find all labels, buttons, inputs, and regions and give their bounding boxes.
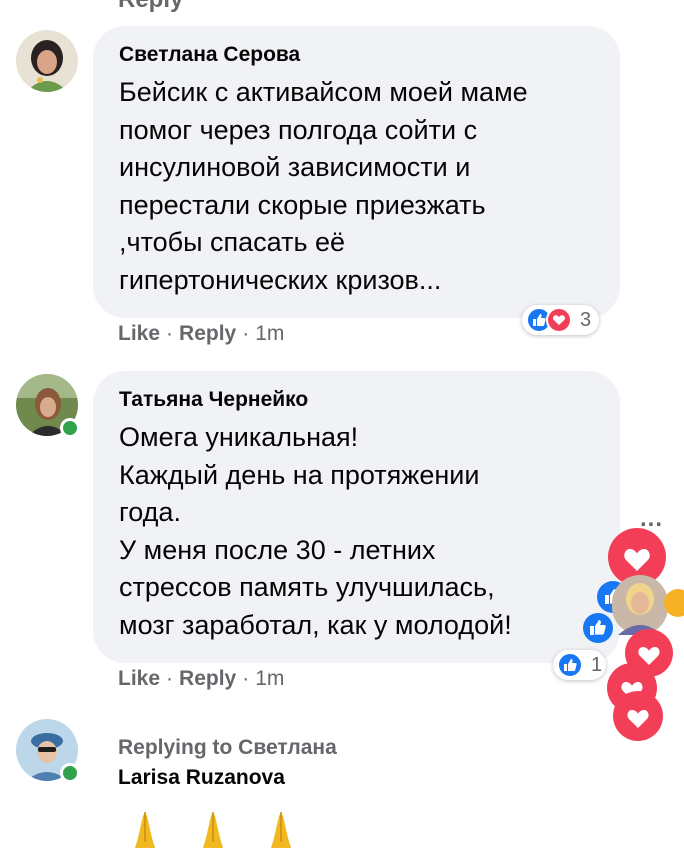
reaction-summary[interactable]: 1 [553, 650, 607, 680]
timestamp[interactable]: 1m [255, 667, 284, 690]
reply-button[interactable]: Reply [179, 667, 236, 690]
like-button[interactable]: Like [118, 322, 160, 345]
online-status-icon [60, 763, 80, 783]
reaction-count: 1 [591, 653, 603, 676]
floating-haha-icon [660, 588, 684, 623]
praying-hands-icon [130, 808, 160, 853]
previous-reply-link[interactable]: Reply [118, 0, 183, 13]
comment-author[interactable]: Татьяна Чернейко [119, 387, 596, 413]
avatar[interactable] [16, 30, 78, 92]
praying-hands-icon [198, 808, 228, 853]
comment-bubble: Светлана Серова Бейсик с активайсом моей… [93, 26, 620, 318]
previous-comment-actions: Reply [118, 0, 183, 14]
separator: · [242, 667, 250, 690]
comment-text: Омега уникальная! Каждый день на протяже… [119, 422, 512, 640]
separator: · [166, 667, 174, 690]
like-button[interactable]: Like [118, 667, 160, 690]
online-status-icon [60, 418, 80, 438]
comment-text: Бейсик с активайсом моей маме помог чере… [119, 77, 528, 295]
floating-love-icon [612, 690, 664, 747]
comment-author[interactable]: Larisa Ruzanova [118, 766, 285, 790]
floating-like-icon [582, 612, 614, 649]
reaction-summary[interactable]: 3 [522, 305, 600, 335]
reaction-count: 3 [580, 308, 592, 331]
replying-to-label: Replying to Светлана [118, 736, 337, 759]
comment-actions: Like · Reply · 1m [118, 667, 284, 691]
like-icon [557, 652, 583, 678]
comment-bubble: Татьяна Чернейко Омега уникальная! Кажды… [93, 371, 620, 663]
reply-content [130, 808, 296, 853]
love-icon [546, 307, 572, 333]
reply-button[interactable]: Reply [179, 322, 236, 345]
comment-author[interactable]: Светлана Серова [119, 42, 596, 68]
separator: · [166, 322, 174, 345]
timestamp[interactable]: 1m [255, 322, 284, 345]
comment-actions: Like · Reply · 1m [118, 322, 284, 346]
separator: · [242, 322, 250, 345]
praying-hands-icon [266, 808, 296, 853]
